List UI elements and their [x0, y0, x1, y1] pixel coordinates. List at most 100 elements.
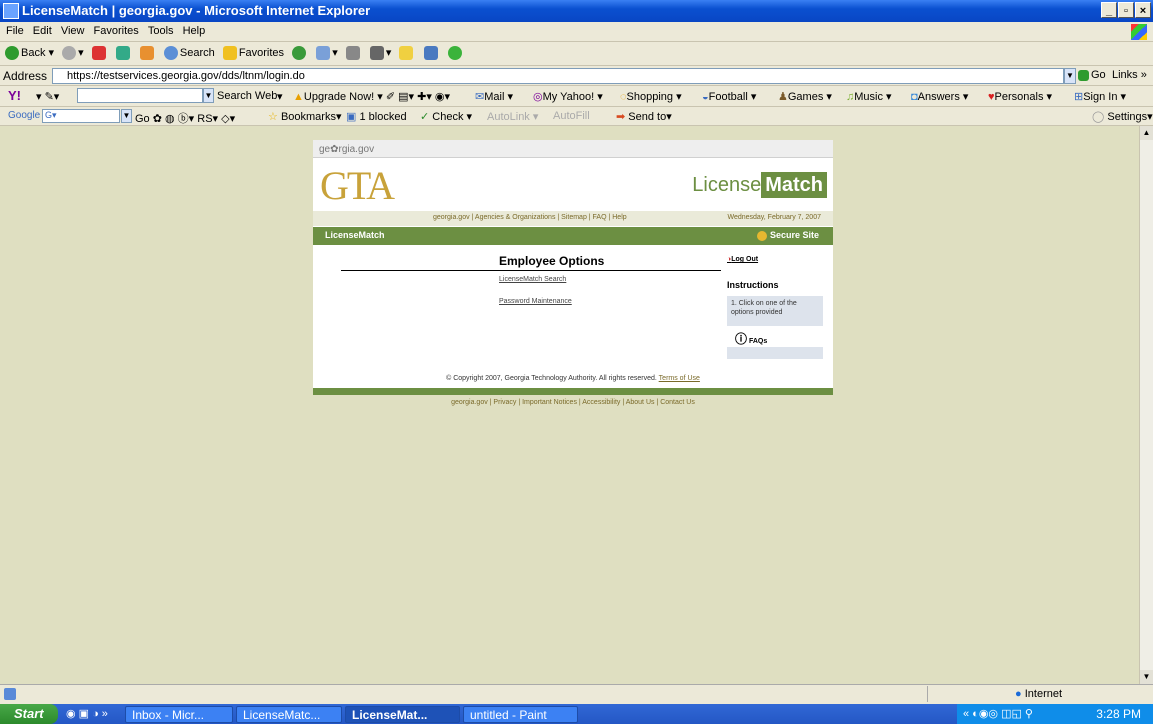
secure-site-badge: Secure Site	[756, 230, 819, 241]
search-button[interactable]: Search	[163, 42, 215, 65]
star-icon	[222, 46, 237, 61]
google-logo: Google	[8, 110, 41, 121]
football-button[interactable]: ◒Football ▾	[702, 90, 756, 103]
yahoo-search-dropdown[interactable]: ▼	[203, 88, 214, 103]
tray-icons[interactable]: « ◐◉◎ ◫◱ ⚲	[963, 704, 1033, 724]
taskbar-item-licensematch-2[interactable]: LicenseMat...	[345, 706, 460, 723]
research-button[interactable]	[423, 42, 440, 65]
vertical-scrollbar[interactable]: ▲ ▼	[1139, 126, 1153, 684]
autofill-button[interactable]: AutoFill	[553, 110, 590, 122]
log-out-link[interactable]: ◑Log Out	[727, 256, 758, 263]
go-button[interactable]: Go	[1078, 69, 1106, 81]
my-yahoo-button[interactable]: ◎My Yahoo! ▾	[533, 90, 603, 103]
footer-links[interactable]: georgia.gov | Privacy | Important Notice…	[313, 399, 833, 406]
scroll-up-button[interactable]: ▲	[1140, 126, 1153, 140]
maximize-button[interactable]: ▫	[1118, 2, 1134, 18]
taskbar-item-licensematch-1[interactable]: LicenseMatc...	[236, 706, 342, 723]
address-input[interactable]: https://testservices.georgia.gov/dds/ltn…	[52, 68, 1064, 84]
upgrade-now-button[interactable]: ▲Upgrade Now! ▾ ✐ ▤▾ ✚▾ ◉▾	[293, 90, 450, 103]
taskbar: Start ◉ ▣ ◑ » Inbox - Micr... LicenseMat…	[0, 704, 1153, 724]
instructions-title: Instructions	[727, 280, 779, 290]
google-toolbar: Google G▾ ▼ Go ✿ ◍ ⓑ▾ RS▾ ◇▾ ☆ Bookmarks…	[0, 107, 1153, 126]
refresh-button[interactable]	[115, 42, 132, 65]
clock: 3:28 PM	[1096, 707, 1141, 721]
address-dropdown-button[interactable]: ▼	[1064, 68, 1076, 84]
settings-button[interactable]: ◯ Settings▾	[1092, 110, 1153, 123]
edit-button[interactable]: ▾	[369, 42, 391, 65]
send-to-button[interactable]: ➡ Send to▾	[616, 110, 672, 123]
menu-help[interactable]: Help	[183, 22, 206, 41]
question-icon: ⓘ	[735, 332, 748, 346]
folder-button[interactable]	[399, 42, 415, 65]
yahoo-mail-button[interactable]: ✉Mail ▾	[475, 90, 513, 103]
google-go-button[interactable]: Go ✿ ◍ ⓑ▾ RS▾ ◇▾	[135, 110, 235, 125]
print-button[interactable]	[345, 42, 362, 65]
sign-in-button[interactable]: ⊞Sign In ▾	[1074, 90, 1126, 103]
forward-button[interactable]: ▾	[62, 42, 84, 65]
research-icon	[423, 46, 438, 61]
menu-view[interactable]: View	[61, 22, 85, 41]
gta-logo: GTA	[320, 163, 395, 208]
menu-tools[interactable]: Tools	[148, 22, 174, 41]
google-search-input[interactable]: G▾	[42, 109, 120, 123]
standard-toolbar: Back ▾ ▾ Search Favorites ▾ ▾	[0, 42, 1153, 66]
menu-file[interactable]: File	[6, 22, 24, 41]
games-icon: ♟	[778, 91, 788, 103]
instructions-box: 1. Click on one of the options provided	[727, 296, 823, 326]
globe-icon: ●	[1015, 688, 1022, 700]
answers-icon: ◘	[911, 91, 918, 103]
autolink-button[interactable]: AutoLink ▾	[487, 110, 538, 123]
spell-check-button[interactable]: ✓ Check ▾	[420, 110, 472, 123]
messenger-button[interactable]	[447, 42, 464, 65]
top-links-bar: georgia.gov | Agencies & Organizations |…	[313, 211, 833, 226]
personals-button[interactable]: ♥Personals ▾	[988, 90, 1052, 103]
mail-button[interactable]: ▾	[316, 42, 338, 65]
menu-bar: File Edit View Favorites Tools Help	[0, 22, 1153, 42]
music-button[interactable]: ♫Music ▾	[846, 90, 892, 103]
scroll-down-button[interactable]: ▼	[1140, 670, 1153, 684]
top-nav-links[interactable]: georgia.gov | Agencies & Organizations |…	[433, 214, 627, 221]
stop-button[interactable]	[91, 42, 108, 65]
answers-button[interactable]: ◘Answers ▾	[911, 90, 968, 103]
yahoo-logo[interactable]: Y!	[8, 88, 21, 103]
messenger-icon	[447, 46, 462, 61]
mail-icon: ✉	[475, 91, 485, 103]
search-web-dropdown[interactable]: ▾	[277, 90, 283, 103]
google-search-dropdown[interactable]: ▼	[121, 109, 132, 123]
games-button[interactable]: ♟Games ▾	[778, 90, 832, 103]
search-web-button[interactable]: Search Web	[217, 90, 277, 102]
licensematch-search-link[interactable]: LicenseMatch Search	[499, 276, 566, 283]
history-button[interactable]	[292, 42, 308, 65]
taskbar-item-inbox[interactable]: Inbox - Micr...	[125, 706, 233, 723]
terms-of-use-link[interactable]: Terms of Use	[659, 375, 700, 382]
ie-icon	[3, 3, 19, 19]
faqs-link[interactable]: ⓘ FAQs	[735, 330, 767, 347]
minimize-button[interactable]: _	[1101, 2, 1117, 18]
status-panes	[927, 686, 1008, 702]
page-heading: Employee Options	[499, 254, 605, 268]
taskbar-item-paint[interactable]: untitled - Paint	[463, 706, 578, 723]
favorites-button[interactable]: Favorites	[222, 42, 284, 65]
refresh-icon	[115, 46, 130, 61]
close-button[interactable]: ×	[1135, 2, 1151, 18]
shopping-button[interactable]: ◌Shopping ▾	[620, 90, 682, 103]
current-date: Wednesday, February 7, 2007	[727, 214, 821, 221]
back-button[interactable]: Back ▾	[5, 42, 54, 65]
links-button[interactable]: Links »	[1112, 69, 1147, 81]
yahoo-toolbar: Y! ▾ ✎▾ ▼ Search Web ▾ ▲Upgrade Now! ▾ ✐…	[0, 86, 1153, 107]
start-button[interactable]: Start	[0, 704, 58, 724]
stop-icon	[91, 46, 106, 61]
licensematch-logo: License Match	[692, 172, 827, 198]
yahoo-menu-button[interactable]: ▾ ✎▾	[36, 90, 59, 103]
bookmarks-button[interactable]: ☆ Bookmarks▾	[268, 110, 342, 123]
menu-edit[interactable]: Edit	[33, 22, 52, 41]
faq-bar	[727, 347, 823, 359]
georgia-gov-logo[interactable]: ge✿rgia.gov	[319, 144, 374, 155]
menu-favorites[interactable]: Favorites	[94, 22, 139, 41]
password-maintenance-link[interactable]: Password Maintenance	[499, 298, 572, 305]
yahoo-search-input[interactable]	[77, 88, 203, 103]
popup-blocked-button[interactable]: ▣ 1 blocked	[346, 110, 407, 123]
quick-launch[interactable]: ◉ ▣ ◑ »	[66, 707, 108, 720]
home-button[interactable]	[139, 42, 156, 65]
window-title: LicenseMatch | georgia.gov - Microsoft I…	[22, 3, 371, 18]
